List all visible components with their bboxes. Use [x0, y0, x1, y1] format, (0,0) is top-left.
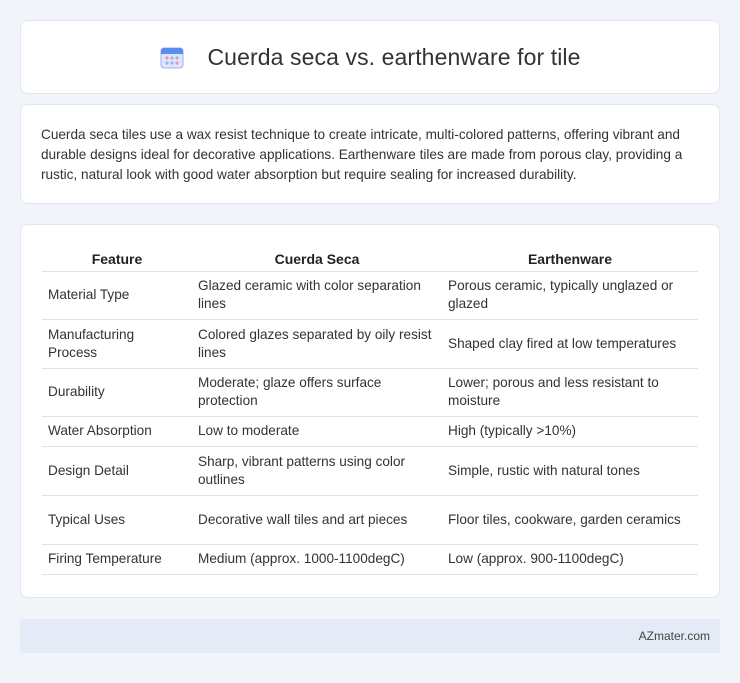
cuerda-seca-cell: Medium (approx. 1000-1100degC) [192, 544, 442, 575]
header-feature: Feature [42, 245, 192, 272]
feature-cell: Design Detail [42, 446, 192, 496]
intro-paragraph: Cuerda seca tiles use a wax resist techn… [41, 127, 683, 182]
footer-bar: AZmater.com [20, 619, 720, 653]
table-row: Manufacturing Process Colored glazes sep… [42, 319, 698, 369]
feature-cell: Manufacturing Process [42, 319, 192, 369]
earthenware-cell: Shaped clay fired at low temperatures [442, 319, 698, 369]
earthenware-cell: High (typically >10%) [442, 416, 698, 447]
earthenware-cell: Simple, rustic with natural tones [442, 446, 698, 496]
earthenware-cell: Low (approx. 900-1100degC) [442, 544, 698, 575]
cuerda-seca-cell: Moderate; glaze offers surface protectio… [192, 368, 442, 417]
table-card: Feature Cuerda Seca Earthenware Material… [20, 224, 720, 598]
title-card: Cuerda seca vs. earthenware for tile [20, 20, 720, 94]
table-row: Typical Uses Decorative wall tiles and a… [42, 495, 698, 545]
cuerda-seca-cell: Sharp, vibrant patterns using color outl… [192, 446, 442, 496]
page-title: Cuerda seca vs. earthenware for tile [207, 43, 581, 70]
feature-cell: Water Absorption [42, 416, 192, 447]
title-wrap: Cuerda seca vs. earthenware for tile [159, 44, 580, 71]
intro-card: Cuerda seca tiles use a wax resist techn… [20, 104, 720, 204]
table-header-row: Feature Cuerda Seca Earthenware [42, 245, 698, 272]
table-row: Material Type Glazed ceramic with color … [42, 271, 698, 320]
feature-cell: Typical Uses [42, 495, 192, 545]
table-row: Firing Temperature Medium (approx. 1000-… [42, 544, 698, 575]
header-cuerda-seca: Cuerda Seca [192, 245, 442, 272]
table-row: Design Detail Sharp, vibrant patterns us… [42, 446, 698, 496]
table-row: Durability Moderate; glaze offers surfac… [42, 368, 698, 417]
cuerda-seca-cell: Colored glazes separated by oily resist … [192, 319, 442, 369]
calendar-icon [159, 44, 185, 70]
feature-cell: Durability [42, 368, 192, 417]
cuerda-seca-cell: Glazed ceramic with color separation lin… [192, 271, 442, 320]
earthenware-cell: Floor tiles, cookware, garden ceramics [442, 495, 698, 545]
header-earthenware: Earthenware [442, 245, 698, 272]
table-row: Water Absorption Low to moderate High (t… [42, 416, 698, 447]
feature-cell: Firing Temperature [42, 544, 192, 575]
feature-cell: Material Type [42, 271, 192, 320]
footer-brand: AZmater.com [638, 629, 710, 643]
earthenware-cell: Lower; porous and less resistant to mois… [442, 368, 698, 417]
cuerda-seca-cell: Low to moderate [192, 416, 442, 447]
comparison-table: Feature Cuerda Seca Earthenware Material… [42, 245, 698, 575]
earthenware-cell: Porous ceramic, typically unglazed or gl… [442, 271, 698, 320]
cuerda-seca-cell: Decorative wall tiles and art pieces [192, 495, 442, 545]
